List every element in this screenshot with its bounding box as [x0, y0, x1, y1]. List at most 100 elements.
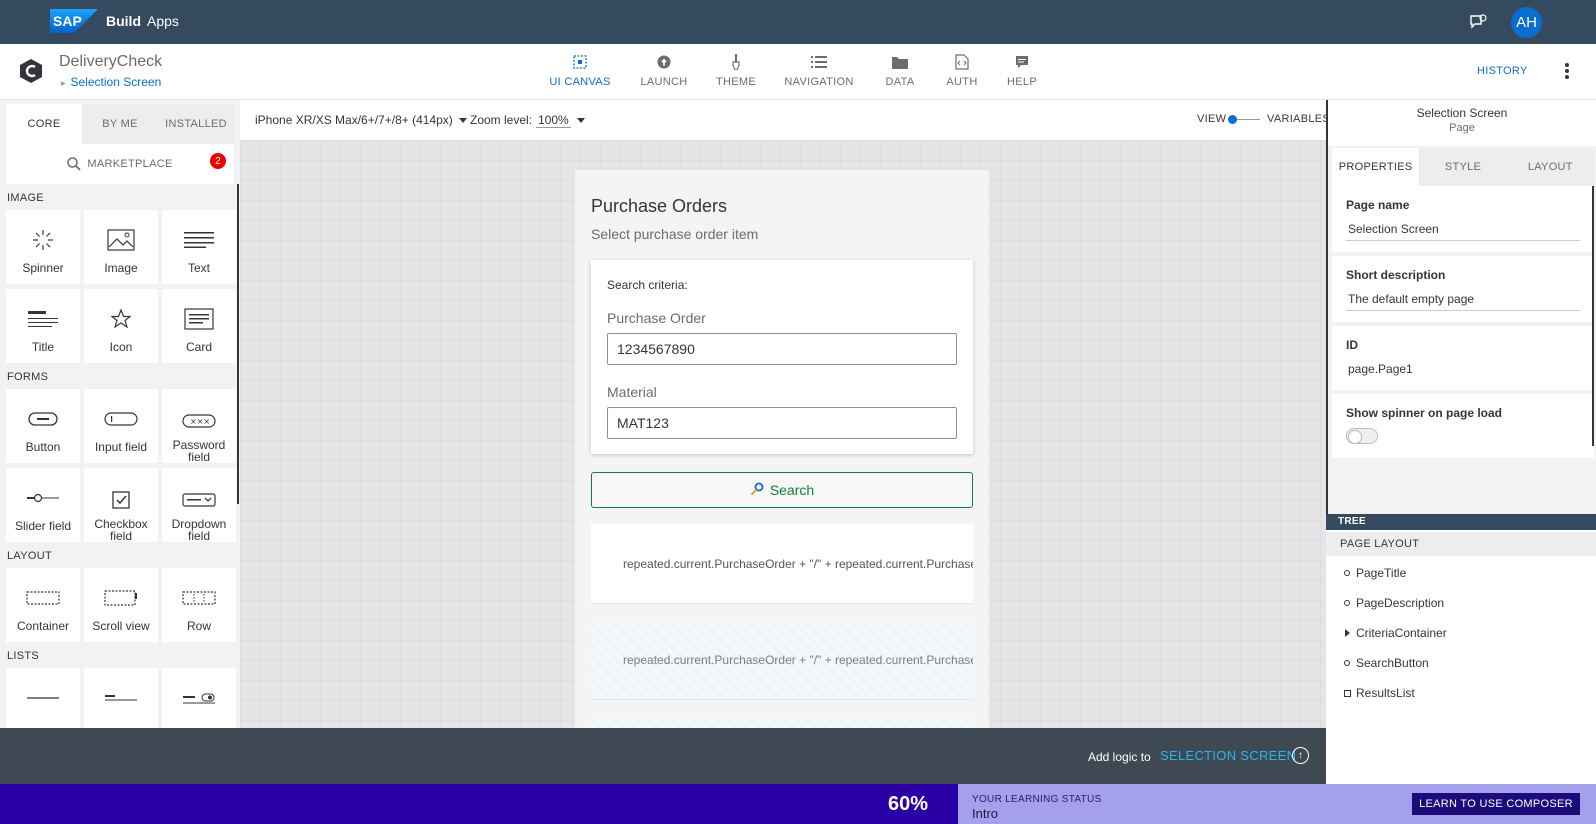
tab-navigation[interactable]: NAVIGATION — [766, 44, 872, 100]
user-avatar[interactable]: AH — [1511, 7, 1542, 38]
tree-node-search-button[interactable]: SearchButton — [1326, 648, 1596, 678]
component-list-item[interactable] — [84, 668, 158, 728]
component-text[interactable]: Text — [162, 210, 236, 284]
search-button[interactable]: Search — [591, 472, 973, 508]
component-input-field[interactable]: Input field — [84, 389, 158, 463]
ui-canvas-icon — [570, 53, 590, 71]
node-dot-icon — [1344, 660, 1350, 666]
feedback-icon[interactable] — [1468, 12, 1488, 32]
text-icon — [184, 228, 214, 252]
page-title[interactable]: Purchase Orders — [591, 196, 727, 217]
component-card[interactable]: Card — [162, 289, 236, 363]
component-container[interactable]: Container — [6, 568, 80, 642]
page-name-field[interactable]: Selection Screen — [1346, 222, 1580, 241]
tab-theme[interactable]: THEME — [706, 44, 766, 100]
search-key-icon — [750, 482, 764, 499]
spinner-toggle[interactable] — [1346, 428, 1378, 444]
logic-bar: Add logic to SELECTION SCREEN ↑ — [0, 728, 1326, 784]
tab-ui-canvas[interactable]: UI CANVAS — [538, 44, 622, 100]
breadcrumb-page[interactable]: Selection Screen — [61, 75, 162, 89]
more-options-icon[interactable] — [1560, 60, 1574, 82]
library-scrollbar[interactable] — [237, 184, 239, 504]
list-toggle-icon — [182, 686, 216, 710]
tab-layout[interactable]: LAYOUT — [1506, 148, 1594, 186]
list-item[interactable]: repeated.current.PurchaseOrder + "/" + r… — [591, 716, 973, 728]
tree-header[interactable]: TREE — [1326, 514, 1596, 530]
id-property: ID page.Page1 — [1332, 326, 1594, 390]
component-row[interactable]: Row — [162, 568, 236, 642]
component-button[interactable]: Button — [6, 389, 80, 463]
tree-node-results-list[interactable]: ResultsList — [1326, 678, 1596, 708]
tab-installed[interactable]: INSTALLED — [158, 104, 234, 144]
component-title[interactable]: Title — [6, 289, 80, 363]
spinner-property: Show spinner on page load — [1332, 394, 1594, 458]
tab-by-me[interactable]: BY ME — [82, 104, 158, 144]
component-list-toggle[interactable] — [162, 668, 236, 728]
product-name: Build Apps — [106, 13, 179, 29]
view-toggle-knob[interactable] — [1228, 115, 1237, 124]
list-icon — [26, 686, 60, 710]
search-icon — [67, 157, 82, 171]
component-checkbox-field[interactable]: Checkbox field — [84, 468, 158, 542]
section-title: LAYOUT — [7, 550, 52, 562]
phone-preview: Purchase Orders Select purchase order it… — [575, 170, 989, 728]
page-description[interactable]: Select purchase order item — [591, 226, 758, 242]
dropdown-icon — [182, 488, 216, 512]
logic-label: Add logic to — [1088, 750, 1151, 764]
marketplace-button[interactable]: MARKETPLACE 2 — [6, 144, 234, 184]
purchase-order-label: Purchase Order — [607, 310, 706, 326]
component-slider-field[interactable]: Slider field — [6, 468, 80, 542]
component-spinner[interactable]: Spinner — [6, 210, 80, 284]
component-icon[interactable]: Icon — [84, 289, 158, 363]
theme-brush-icon — [726, 53, 746, 71]
material-input[interactable]: MAT123 — [607, 407, 957, 439]
app-name: DeliveryCheck — [59, 53, 163, 70]
tab-properties[interactable]: PROPERTIES — [1332, 148, 1420, 186]
learn-composer-button[interactable]: LEARN TO USE COMPOSER — [1412, 793, 1580, 815]
container-icon — [26, 586, 60, 610]
tree-node-criteria-container[interactable]: CriteriaContainer — [1326, 618, 1596, 648]
app-logo-icon[interactable] — [18, 58, 44, 84]
tab-core[interactable]: CORE — [6, 104, 82, 144]
learning-status-label: YOUR LEARNING STATUS — [972, 794, 1102, 805]
purchase-order-input[interactable]: 1234567890 — [607, 333, 957, 365]
button-icon — [28, 407, 58, 431]
variables-label[interactable]: VARIABLES — [1267, 113, 1330, 125]
ui-canvas: Purchase Orders Select purchase order it… — [240, 140, 1326, 728]
logic-target-link[interactable]: SELECTION SCREEN — [1160, 748, 1296, 763]
component-image[interactable]: Image — [84, 210, 158, 284]
criteria-container[interactable]: Search criteria: Purchase Order 12345678… — [591, 260, 973, 454]
tab-auth[interactable]: AUTH — [928, 44, 996, 100]
tree-node-page-description[interactable]: PageDescription — [1326, 588, 1596, 618]
library-tabs: CORE BY ME INSTALLED — [6, 104, 234, 144]
tab-help[interactable]: HELP — [996, 44, 1048, 100]
page-name-property: Page name Selection Screen — [1332, 186, 1594, 252]
expand-up-icon[interactable]: ↑ — [1292, 747, 1309, 764]
device-selector[interactable]: iPhone XR/XS Max/6+/7+/8+ (414px) — [255, 113, 467, 127]
sap-logo-icon[interactable]: SAP — [50, 9, 98, 33]
learning-bar: 60% YOUR LEARNING STATUS Intro LEARN TO … — [0, 784, 1596, 824]
component-scroll-view[interactable]: Scroll view — [84, 568, 158, 642]
id-value: page.Page1 — [1348, 362, 1413, 376]
list-item[interactable]: repeated.current.PurchaseOrder + "/" + r… — [591, 620, 973, 700]
short-description-field[interactable]: The default empty page — [1346, 292, 1580, 311]
component-list-basic[interactable] — [6, 668, 80, 728]
input-field-icon — [104, 407, 138, 431]
tree-node-page-title[interactable]: PageTitle — [1326, 558, 1596, 588]
title-icon — [28, 307, 58, 331]
properties-scrollbar[interactable] — [1592, 186, 1594, 446]
list-item[interactable]: repeated.current.PurchaseOrder + "/" + r… — [591, 524, 973, 604]
zoom-selector[interactable]: Zoom level: 100% — [470, 113, 585, 128]
tab-data[interactable]: DATA — [872, 44, 928, 100]
view-label[interactable]: VIEW — [1197, 113, 1226, 125]
short-description-property: Short description The default empty page — [1332, 256, 1594, 322]
criteria-label: Search criteria: — [607, 278, 688, 292]
tab-launch[interactable]: LAUNCH — [622, 44, 706, 100]
expand-arrow-icon[interactable] — [1344, 629, 1350, 637]
component-dropdown-field[interactable]: Dropdown field — [162, 468, 236, 542]
tree-root[interactable]: PAGE LAYOUT — [1326, 532, 1596, 556]
chevron-down-icon — [576, 118, 585, 124]
component-password-field[interactable]: ××× Password field — [162, 389, 236, 463]
history-link[interactable]: HISTORY — [1477, 65, 1528, 77]
tab-style[interactable]: STYLE — [1419, 148, 1507, 186]
